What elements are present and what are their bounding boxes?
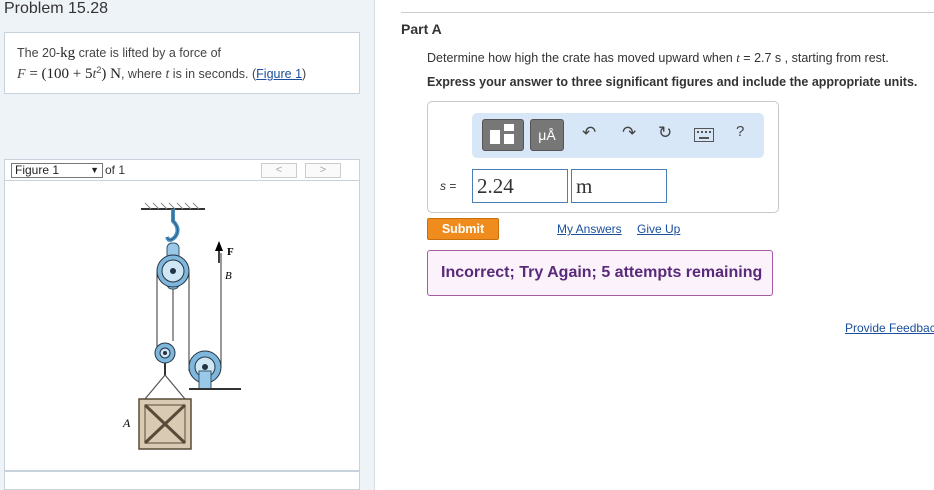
problem-text-part: , where — [120, 67, 166, 82]
problem-text-part: The 20- — [17, 46, 61, 60]
divider — [401, 12, 934, 13]
formula-part: = (100 + 5 — [25, 66, 93, 83]
force-label: F — [227, 246, 234, 258]
pulley-diagram: F B A — [122, 202, 241, 450]
question-part: Determine how high the crate has moved u… — [427, 51, 737, 65]
figure-select-value: Figure 1 — [15, 163, 60, 177]
figure-select[interactable]: Figure 1 ▼ — [11, 163, 103, 178]
feedback-message: Incorrect; Try Again; 5 attempts remaini… — [427, 250, 773, 296]
instruction-text: Express your answer to three significant… — [427, 75, 918, 89]
answer-box: μÅ ↶ ↷ ↻ ? s = 2.24 m — [427, 101, 779, 213]
mass-unit: kg — [60, 45, 76, 61]
problem-panel: Problem 15.28 The 20-kg crate is lifted … — [0, 0, 375, 490]
figure-image: F B A — [4, 181, 360, 471]
next-figure-button[interactable]: > — [305, 163, 341, 178]
units-icon[interactable]: μÅ — [530, 119, 564, 151]
formula-variable: F — [17, 67, 26, 83]
part-title: Part A — [401, 21, 442, 37]
problem-title: Problem 15.28 — [4, 0, 109, 17]
figure-navigation: Figure 1 ▼ of 1 < > — [4, 159, 360, 181]
dropdown-arrow-icon: ▼ — [90, 165, 99, 175]
math-toolbar: μÅ ↶ ↷ ↻ ? — [472, 113, 764, 158]
figure-footer — [4, 471, 360, 490]
problem-statement: The 20-kg crate is lifted by a force of … — [4, 32, 360, 94]
keyboard-icon[interactable] — [694, 127, 714, 147]
my-answers-link[interactable]: My Answers — [557, 222, 622, 236]
figure-count: of 1 — [105, 163, 126, 177]
formula-part: ) N — [101, 66, 121, 83]
problem-text-part: is in seconds. ( — [169, 67, 257, 82]
problem-text: The 20-kg crate is lifted by a force of … — [17, 45, 357, 83]
problem-text-part: ) — [302, 67, 307, 82]
redo-icon[interactable]: ↷ — [622, 123, 636, 143]
point-b-label: B — [225, 270, 232, 282]
templates-icon[interactable] — [482, 119, 524, 151]
figure-link[interactable]: Figure 1 — [256, 67, 302, 81]
crate-label: A — [122, 416, 131, 430]
help-icon[interactable]: ? — [736, 123, 744, 140]
undo-icon[interactable]: ↶ — [582, 123, 596, 143]
answer-panel: Part A Determine how high the crate has … — [375, 0, 934, 490]
unit-input[interactable]: m — [571, 169, 667, 203]
question-part: = 2.7 s , starting from rest. — [739, 51, 889, 65]
equals-sign: = — [446, 179, 457, 193]
answer-variable: s = — [440, 179, 456, 193]
provide-feedback-link[interactable]: Provide Feedback — [845, 321, 934, 335]
problem-text-part: crate is lifted by a force of — [75, 46, 221, 60]
give-up-link[interactable]: Give Up — [637, 222, 680, 236]
value-input[interactable]: 2.24 — [472, 169, 568, 203]
reset-icon[interactable]: ↻ — [658, 123, 672, 143]
submit-button[interactable]: Submit — [427, 218, 499, 240]
prev-figure-button[interactable]: < — [261, 163, 297, 178]
feedback-text: Incorrect; Try Again; 5 attempts remaini… — [441, 264, 763, 281]
question-text: Determine how high the crate has moved u… — [427, 50, 889, 66]
